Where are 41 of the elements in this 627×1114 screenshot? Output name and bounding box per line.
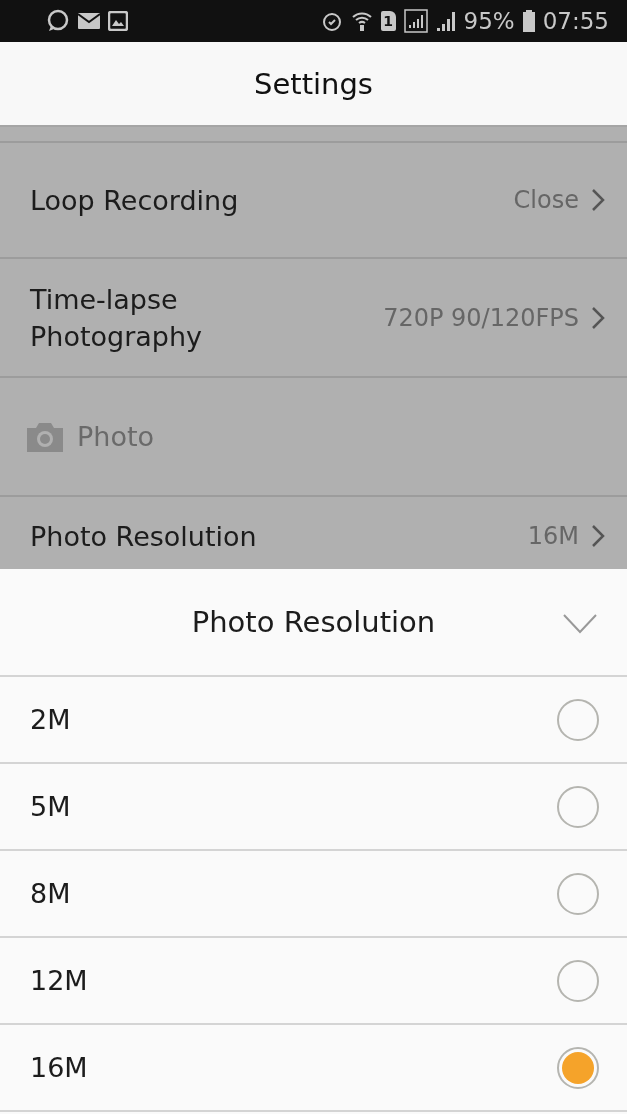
image-icon [108,11,128,31]
option-row[interactable]: 12M [0,938,627,1025]
sim-icon: 1 [380,11,396,31]
clock-time: 07:55 [542,8,609,34]
setting-label: Time-lapse Photography [30,282,204,354]
sheet-title: Photo Resolution [191,605,436,639]
alarm-icon [320,10,343,32]
option-label: 8M [30,878,72,909]
option-label: 2M [30,704,72,735]
settings-row[interactable]: Loop Recording Close [0,141,627,257]
option-row[interactable]: 2M [0,677,627,764]
mail-icon [78,13,100,29]
radio-button[interactable] [557,785,599,828]
radio-button[interactable] [557,872,599,915]
battery-level: 95% [463,8,515,34]
radio-button[interactable] [557,959,599,1002]
chevron-right-icon [591,524,605,548]
setting-value: 720P 90/120FPS [383,303,579,332]
chat-icon [46,9,70,33]
section-title: Photo [77,421,155,452]
chevron-down-icon[interactable] [563,614,597,634]
settings-row[interactable]: Time-lapse Photography 720P 90/120FPS [0,257,627,376]
option-row[interactable]: 5M [0,764,627,851]
chevron-right-icon [591,188,605,212]
chevron-right-icon [591,305,605,330]
page-title: Settings [254,66,373,101]
option-row[interactable]: 8M [0,851,627,938]
setting-value: 16M [527,522,579,550]
radio-button[interactable] [557,1046,599,1089]
option-label: 5M [30,791,72,822]
wifi-icon [350,10,373,32]
setting-value: Close [513,186,579,214]
setting-label: Photo Resolution [30,519,258,554]
option-label: 12M [30,965,89,996]
setting-label: Loop Recording [30,183,240,218]
radio-button[interactable] [557,698,599,741]
battery-icon [522,10,535,32]
signal-icon [435,10,456,32]
option-row[interactable]: 16M [0,1025,627,1112]
signal-icon [403,9,428,33]
option-label: 16M [30,1052,89,1083]
